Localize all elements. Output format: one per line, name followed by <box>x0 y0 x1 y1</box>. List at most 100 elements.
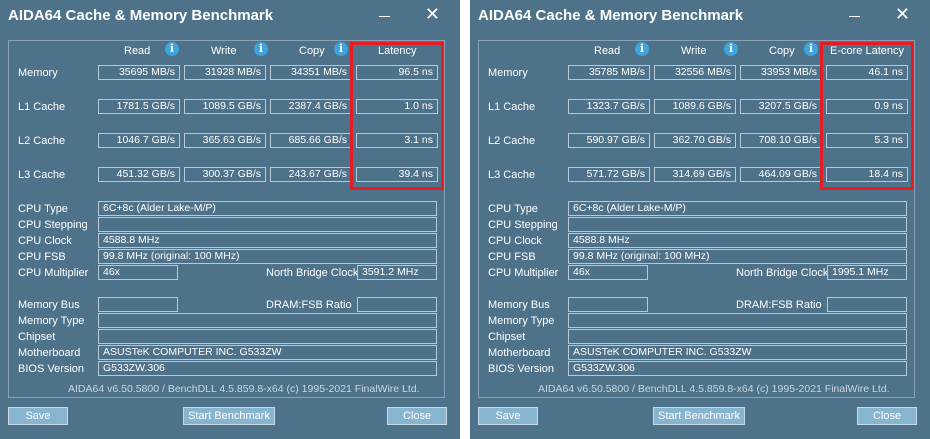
row-label-l2-cache: L2 Cache <box>18 135 66 147</box>
window-title: AIDA64 Cache & Memory Benchmark <box>478 7 744 24</box>
motherboard-value: ASUSTeK COMPUTER INC. G533ZW <box>568 345 907 360</box>
close-icon[interactable]: ✕ <box>425 4 440 26</box>
memory-bus-label: Memory Bus <box>488 299 550 311</box>
bios-version-label: BIOS Version <box>18 363 85 375</box>
title-bar[interactable]: AIDA64 Cache & Memory Benchmark ✕ <box>0 0 460 36</box>
cpu-clock-value: 4588.8 MHz <box>98 233 437 248</box>
l3-copy-value: 464.09 GB/s <box>740 167 822 182</box>
cpu-fsb-label: CPU FSB <box>18 251 66 263</box>
row-label-l3-cache: L3 Cache <box>488 169 536 181</box>
latency-highlight-box <box>350 42 444 190</box>
cpu-multiplier-label: CPU Multiplier <box>18 267 89 279</box>
cpu-multiplier-value: 46x <box>568 265 648 280</box>
cpu-stepping-label: CPU Stepping <box>18 219 88 231</box>
save-button[interactable]: Save <box>8 407 68 425</box>
north-bridge-clock-label: North Bridge Clock <box>266 267 359 279</box>
version-footer: AIDA64 v6.50.5800 / BenchDLL 4.5.859.8-x… <box>538 383 890 395</box>
l3-write-value: 300.37 GB/s <box>184 167 266 182</box>
info-icon[interactable]: i <box>804 42 818 56</box>
memory-read-value: 35695 MB/s <box>98 65 180 80</box>
memory-bus-label: Memory Bus <box>18 299 80 311</box>
l2-write-value: 362.70 GB/s <box>654 133 736 148</box>
l1-write-value: 1089.6 GB/s <box>654 99 736 114</box>
cpu-stepping-label: CPU Stepping <box>488 219 558 231</box>
l3-read-value: 451.32 GB/s <box>98 167 180 182</box>
l2-read-value: 1046.7 GB/s <box>98 133 180 148</box>
cpu-type-label: CPU Type <box>488 203 538 215</box>
north-bridge-clock-value: 1995.1 MHz <box>827 265 907 280</box>
dram-fsb-ratio-value <box>827 297 907 312</box>
motherboard-label: Motherboard <box>18 347 81 359</box>
chipset-value <box>98 329 437 344</box>
row-label-l1-cache: L1 Cache <box>488 101 536 113</box>
l2-copy-value: 708.10 GB/s <box>740 133 822 148</box>
column-header-write: Write <box>681 45 707 57</box>
memory-copy-value: 33953 MB/s <box>740 65 822 80</box>
l1-copy-value: 2387.4 GB/s <box>270 99 352 114</box>
column-header-copy: Copy <box>299 45 325 57</box>
cpu-clock-label: CPU Clock <box>18 235 72 247</box>
memory-type-value <box>98 313 437 328</box>
cpu-type-value: 6C+8c (Alder Lake-M/P) <box>568 201 907 216</box>
dram-fsb-ratio-value <box>357 297 437 312</box>
motherboard-label: Motherboard <box>488 347 551 359</box>
memory-write-value: 31928 MB/s <box>184 65 266 80</box>
column-header-write: Write <box>211 45 237 57</box>
dram-fsb-ratio-label: DRAM:FSB Ratio <box>266 299 352 311</box>
l1-read-value: 1781.5 GB/s <box>98 99 180 114</box>
start-benchmark-button[interactable]: Start Benchmark <box>653 407 745 425</box>
memory-type-value <box>568 313 907 328</box>
info-icon[interactable]: i <box>165 42 179 56</box>
l2-write-value: 365.63 GB/s <box>184 133 266 148</box>
column-header-read: Read <box>124 45 151 57</box>
l1-read-value: 1323.7 GB/s <box>568 99 650 114</box>
info-icon[interactable]: i <box>254 42 268 56</box>
cpu-stepping-value <box>98 217 437 232</box>
info-icon[interactable]: i <box>334 42 348 56</box>
save-button[interactable]: Save <box>478 407 538 425</box>
row-label-memory: Memory <box>18 67 58 79</box>
memory-bus-value <box>98 297 178 312</box>
memory-read-value: 35785 MB/s <box>568 65 650 80</box>
info-icon[interactable]: i <box>724 42 738 56</box>
dram-fsb-ratio-label: DRAM:FSB Ratio <box>736 299 822 311</box>
cpu-multiplier-value: 46x <box>98 265 178 280</box>
memory-write-value: 32556 MB/s <box>654 65 736 80</box>
l3-write-value: 314.69 GB/s <box>654 167 736 182</box>
bios-version-value: G533ZW.306 <box>98 361 437 376</box>
info-icon[interactable]: i <box>635 42 649 56</box>
cpu-fsb-value: 99.8 MHz (original: 100 MHz) <box>98 249 437 264</box>
column-header-copy: Copy <box>769 45 795 57</box>
chipset-value <box>568 329 907 344</box>
close-icon[interactable]: ✕ <box>895 4 910 26</box>
row-label-l3-cache: L3 Cache <box>18 169 66 181</box>
l3-copy-value: 243.67 GB/s <box>270 167 352 182</box>
l2-read-value: 590.97 GB/s <box>568 133 650 148</box>
memory-bus-value <box>568 297 648 312</box>
close-button[interactable]: Close <box>387 407 447 425</box>
cpu-multiplier-label: CPU Multiplier <box>488 267 559 279</box>
l1-copy-value: 3207.5 GB/s <box>740 99 822 114</box>
l2-copy-value: 685.66 GB/s <box>270 133 352 148</box>
latency-highlight-box <box>820 42 914 190</box>
title-bar[interactable]: AIDA64 Cache & Memory Benchmark ✕ <box>470 0 930 36</box>
cpu-fsb-label: CPU FSB <box>488 251 536 263</box>
chipset-label: Chipset <box>18 331 56 343</box>
minimize-icon[interactable] <box>849 16 860 17</box>
row-label-memory: Memory <box>488 67 528 79</box>
north-bridge-clock-label: North Bridge Clock <box>736 267 829 279</box>
row-label-l2-cache: L2 Cache <box>488 135 536 147</box>
start-benchmark-button[interactable]: Start Benchmark <box>183 407 275 425</box>
cpu-fsb-value: 99.8 MHz (original: 100 MHz) <box>568 249 907 264</box>
minimize-icon[interactable] <box>379 16 390 17</box>
memory-type-label: Memory Type <box>488 315 555 327</box>
bios-version-value: G533ZW.306 <box>568 361 907 376</box>
close-button[interactable]: Close <box>857 407 917 425</box>
north-bridge-clock-value: 3591.2 MHz <box>357 265 437 280</box>
benchmark-window-left: AIDA64 Cache & Memory Benchmark ✕ Read i… <box>0 0 460 439</box>
benchmark-window-right: AIDA64 Cache & Memory Benchmark ✕ Read i… <box>470 0 930 439</box>
column-header-read: Read <box>594 45 621 57</box>
cpu-clock-label: CPU Clock <box>488 235 542 247</box>
motherboard-value: ASUSTeK COMPUTER INC. G533ZW <box>98 345 437 360</box>
memory-type-label: Memory Type <box>18 315 85 327</box>
